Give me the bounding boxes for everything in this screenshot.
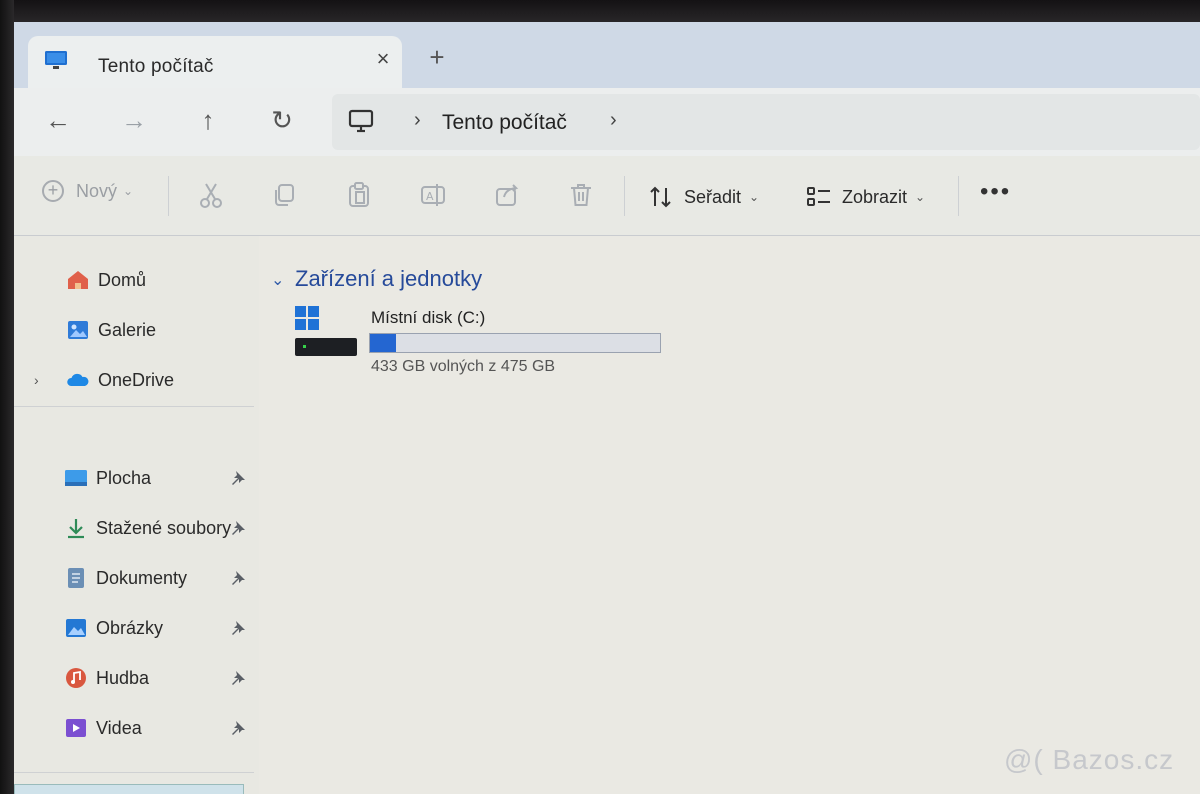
monitor-icon bbox=[348, 109, 374, 133]
sidebar-item-label: Galerie bbox=[98, 319, 157, 340]
chevron-down-icon: ⌄ bbox=[749, 190, 760, 204]
pin-icon[interactable] bbox=[230, 520, 246, 536]
download-icon bbox=[68, 519, 84, 539]
sidebar-item-label: Hudba bbox=[96, 667, 150, 688]
paste-icon[interactable] bbox=[344, 180, 374, 210]
pin-icon[interactable] bbox=[230, 570, 246, 586]
breadcrumb-this-pc[interactable]: Tento počítač bbox=[442, 111, 567, 135]
screen-bezel-left bbox=[0, 0, 14, 794]
sort-label: Seřadit bbox=[684, 186, 742, 207]
sidebar-item-gallery[interactable]: Galerie bbox=[14, 312, 259, 348]
view-icon bbox=[807, 187, 830, 206]
sidebar-item-label: Videa bbox=[96, 717, 142, 738]
drive-item[interactable]: Místní disk (C:) 433 GB volných z 475 GB bbox=[293, 306, 693, 384]
sort-icon bbox=[650, 186, 671, 208]
toolbar-divider bbox=[958, 176, 959, 216]
breadcrumb-expand[interactable]: › bbox=[610, 109, 617, 132]
sidebar-item-documents[interactable]: Dokumenty bbox=[14, 560, 259, 596]
toolbar-divider bbox=[624, 176, 625, 216]
sidebar-item-label: OneDrive bbox=[98, 369, 175, 390]
sidebar-item-label: Domů bbox=[98, 269, 147, 290]
pictures-icon bbox=[66, 619, 86, 637]
pin-icon[interactable] bbox=[230, 470, 246, 486]
pin-icon[interactable] bbox=[230, 620, 246, 636]
chevron-down-icon: ⌄ bbox=[123, 184, 134, 198]
music-icon bbox=[66, 668, 86, 688]
group-header[interactable]: Zařízení a jednotky bbox=[295, 266, 482, 292]
refresh-button[interactable]: ↻ bbox=[262, 100, 302, 140]
sidebar-divider bbox=[14, 772, 254, 773]
address-bar[interactable]: › Tento počítač › bbox=[332, 94, 1200, 150]
breadcrumb-separator[interactable]: › bbox=[414, 109, 421, 132]
chevron-right-icon[interactable]: › bbox=[34, 372, 39, 388]
chevron-down-icon: ⌄ bbox=[915, 190, 926, 204]
sidebar-item-downloads[interactable]: Stažené soubory bbox=[14, 510, 259, 546]
videos-icon bbox=[66, 719, 86, 737]
content-pane: ⌄ Zařízení a jednotky Místní disk (C:) 4… bbox=[259, 236, 1200, 794]
local-disk-icon bbox=[295, 306, 357, 356]
sort-button[interactable]: Seřadit ⌄ bbox=[648, 182, 759, 212]
sidebar-item-home[interactable]: Domů bbox=[14, 262, 259, 298]
sidebar-item-this-pc[interactable] bbox=[14, 784, 244, 794]
sidebar-item-onedrive[interactable]: › OneDrive bbox=[14, 362, 259, 398]
this-pc-icon bbox=[45, 51, 67, 69]
sidebar-item-music[interactable]: Hudba bbox=[14, 660, 259, 696]
back-button[interactable]: ← bbox=[38, 100, 78, 140]
copy-icon[interactable] bbox=[270, 180, 300, 210]
forward-button[interactable]: → bbox=[114, 100, 154, 140]
sidebar-item-label: Stažené soubory bbox=[96, 517, 232, 538]
rename-icon[interactable]: A bbox=[418, 180, 448, 210]
collapse-group-icon[interactable]: ⌄ bbox=[271, 270, 284, 290]
tab-strip: Tento počítač × + bbox=[14, 22, 1200, 92]
file-explorer-window: Tento počítač × + ← → ↑ ↻ › Tento počíta… bbox=[14, 22, 1200, 794]
delete-icon[interactable] bbox=[566, 180, 596, 210]
sidebar-item-label: Dokumenty bbox=[96, 567, 188, 588]
onedrive-icon bbox=[67, 373, 89, 386]
sidebar-item-desktop[interactable]: Plocha bbox=[14, 460, 259, 496]
share-icon[interactable] bbox=[492, 180, 522, 210]
gallery-icon bbox=[68, 321, 88, 339]
view-label: Zobrazit bbox=[842, 186, 908, 207]
pin-icon[interactable] bbox=[230, 670, 246, 686]
view-button[interactable]: Zobrazit ⌄ bbox=[806, 182, 925, 212]
close-tab-icon[interactable]: × bbox=[370, 46, 396, 72]
desktop-icon bbox=[65, 470, 87, 486]
sidebar-item-videos[interactable]: Videa bbox=[14, 710, 259, 746]
sidebar-item-label: Plocha bbox=[96, 467, 152, 488]
new-label: Nový bbox=[76, 180, 118, 201]
drive-usage-fill bbox=[370, 334, 397, 352]
home-icon bbox=[68, 271, 88, 289]
new-tab-button[interactable]: + bbox=[424, 44, 450, 70]
svg-text:A: A bbox=[426, 190, 434, 203]
sidebar-divider bbox=[14, 406, 254, 407]
up-button[interactable]: ↑ bbox=[188, 100, 228, 140]
drive-free-space: 433 GB volných z 475 GB bbox=[371, 358, 556, 375]
sidebar-item-pictures[interactable]: Obrázky bbox=[14, 610, 259, 646]
tab-this-pc[interactable]: Tento počítač × bbox=[28, 36, 402, 92]
documents-icon bbox=[68, 568, 84, 588]
navigation-pane: Domů Galerie › OneDrive Plocha Stažené s… bbox=[14, 236, 259, 794]
watermark: @( Bazos.cz bbox=[1004, 744, 1175, 775]
screen-bezel-top bbox=[0, 0, 1200, 24]
drive-name: Místní disk (C:) bbox=[371, 308, 486, 327]
drive-usage-bar bbox=[369, 333, 661, 353]
new-button[interactable]: + Nový ⌄ bbox=[42, 176, 133, 206]
tab-title: Tento počítač bbox=[98, 56, 214, 77]
more-options-button[interactable]: ••• bbox=[980, 178, 1011, 206]
cut-icon[interactable] bbox=[196, 180, 226, 210]
command-bar: + Nový ⌄ A Seřadit ⌄ Zobrazit ⌄ ••• bbox=[14, 156, 1200, 236]
plus-icon: + bbox=[42, 180, 64, 202]
pin-icon[interactable] bbox=[230, 720, 246, 736]
navigation-bar: ← → ↑ ↻ › Tento počítač › bbox=[14, 88, 1200, 156]
toolbar-divider bbox=[168, 176, 169, 216]
sidebar-item-label: Obrázky bbox=[96, 617, 164, 638]
